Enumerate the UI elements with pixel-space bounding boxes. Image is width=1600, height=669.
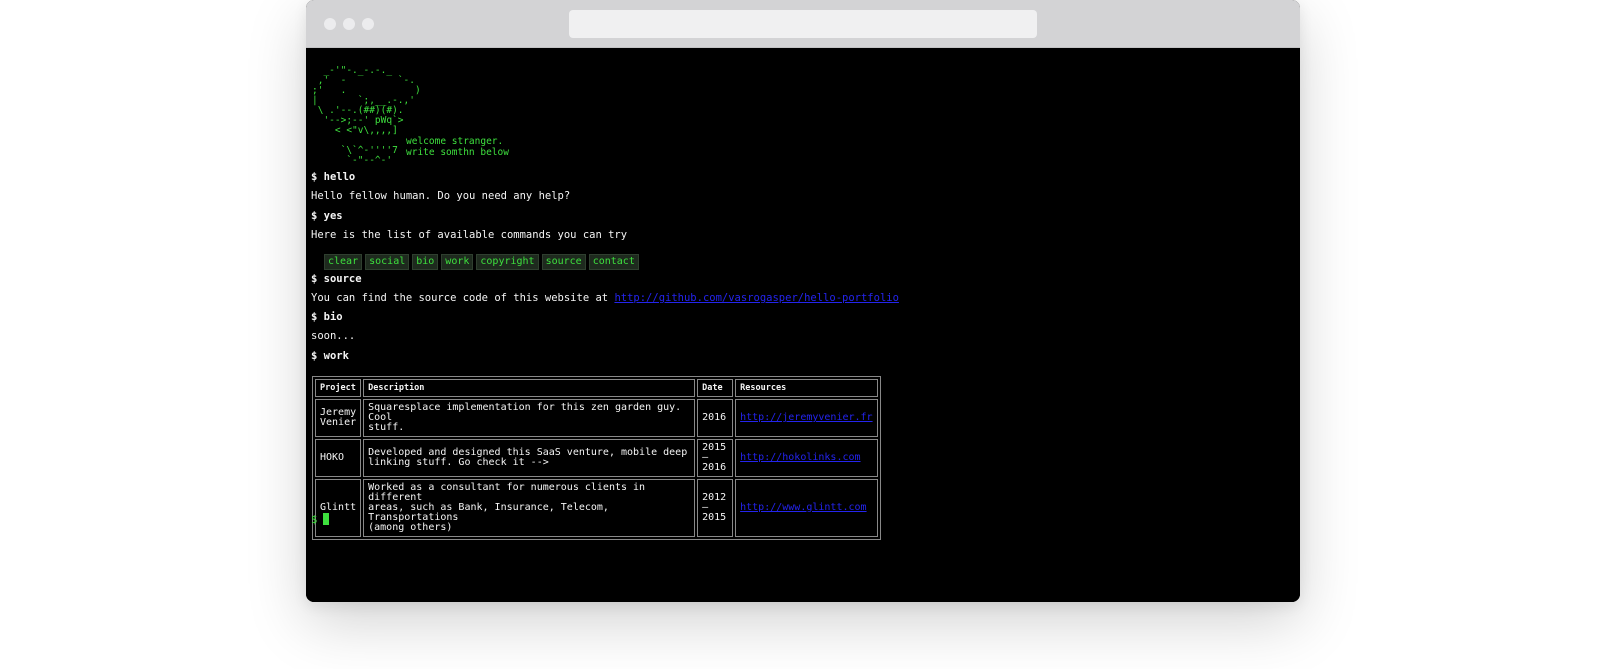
description-cell: Worked as a consultant for numerous clie… <box>363 479 696 537</box>
command-chip-bio[interactable]: bio <box>412 254 439 270</box>
response-source: You can find the source code of this web… <box>311 292 899 305</box>
project-name-line: HOKO <box>320 452 345 463</box>
prompt-symbol: $ <box>311 514 318 526</box>
welcome-line-2: write somthn below <box>406 147 509 158</box>
date-cell: 2012–2015 <box>697 479 734 537</box>
date-cell: 2016 <box>697 399 734 437</box>
work-table: Project Description Date Resources Jerem… <box>312 376 881 540</box>
table-header-row: Project Description Date Resources <box>315 379 878 397</box>
terminal[interactable]: _-'"-._-.-._ ,' - `-. ;' . ) | `;,__.-.,… <box>306 48 1300 602</box>
date-line: 2015 <box>702 512 727 523</box>
project-name-line: Glintt <box>320 502 357 513</box>
command-yes: $ yes <box>311 210 343 222</box>
date-line: 2016 <box>702 412 727 423</box>
command-prompt[interactable]: $ <box>311 513 330 527</box>
project-name-line: Venier <box>320 417 357 428</box>
address-bar[interactable] <box>569 10 1037 38</box>
command-chip-copyright[interactable]: copyright <box>476 254 539 270</box>
table-row: Glintt Worked as a consultant for numero… <box>315 479 878 537</box>
command-chip-contact[interactable]: contact <box>588 254 639 270</box>
description-line: linking stuff. Go check it --> <box>368 457 549 468</box>
command-chip-social[interactable]: social <box>365 254 410 270</box>
header-date: Date <box>697 379 734 397</box>
table-row: HOKO Developed and designed this SaaS ve… <box>315 439 878 477</box>
resource-cell: http://jeremyvenier.fr <box>735 399 878 437</box>
close-window-icon[interactable] <box>324 18 336 30</box>
command-chip-clear[interactable]: clear <box>324 254 363 270</box>
resource-link[interactable]: http://hokolinks.com <box>740 452 860 463</box>
browser-titlebar <box>306 0 1300 48</box>
resource-link[interactable]: http://jeremyvenier.fr <box>740 412 872 423</box>
command-list: clear social bio work copyright source c… <box>324 254 639 270</box>
maximize-window-icon[interactable] <box>362 18 374 30</box>
response-yes: Here is the list of available commands y… <box>311 229 628 241</box>
description-cell: Squaresplace implementation for this zen… <box>363 399 696 437</box>
resource-cell: http://www.glintt.com <box>735 479 878 537</box>
minimize-window-icon[interactable] <box>343 18 355 30</box>
welcome-line-1: welcome stranger. <box>406 136 504 147</box>
command-hello: $ hello <box>311 171 356 183</box>
command-work: $ work <box>311 350 349 362</box>
header-resources: Resources <box>735 379 878 397</box>
description-line: areas, such as Bank, Insurance, Telecom,… <box>368 502 609 523</box>
date-line: 2016 <box>702 462 727 473</box>
command-source: $ source <box>311 273 362 285</box>
response-bio: soon... <box>311 330 356 342</box>
resource-cell: http://hokolinks.com <box>735 439 878 477</box>
description-cell: Developed and designed this SaaS venture… <box>363 439 696 477</box>
description-line: Squaresplace implementation for this zen… <box>368 402 682 423</box>
response-source-text: You can find the source code of this web… <box>311 292 615 304</box>
project-cell: Glintt <box>315 479 362 537</box>
response-hello: Hello fellow human. Do you need any help… <box>311 190 571 202</box>
header-project: Project <box>315 379 362 397</box>
command-chip-source[interactable]: source <box>541 254 586 270</box>
welcome-message: welcome stranger. write somthn below <box>406 136 509 158</box>
ascii-art-logo: _-'"-._-.-._ ,' - `-. ;' . ) | `;,__.-.,… <box>312 65 421 166</box>
command-bio: $ bio <box>311 311 343 323</box>
command-chip-work[interactable]: work <box>441 254 474 270</box>
description-line: stuff. <box>368 422 405 433</box>
table-row: Jeremy Venier Squaresplace implementation… <box>315 399 878 437</box>
source-code-link[interactable]: http://github.com/vasrogasper/hello-port… <box>614 292 898 304</box>
project-cell: Jeremy Venier <box>315 399 362 437</box>
description-line: Worked as a consultant for numerous clie… <box>368 482 646 503</box>
description-line: (among others) <box>368 522 453 533</box>
resource-link[interactable]: http://www.glintt.com <box>740 502 866 513</box>
cursor-block <box>323 513 330 525</box>
project-cell: HOKO <box>315 439 362 477</box>
header-description: Description <box>363 379 696 397</box>
browser-window: _-'"-._-.-._ ,' - `-. ;' . ) | `;,__.-.,… <box>306 0 1300 602</box>
date-cell: 2015–2016 <box>697 439 734 477</box>
